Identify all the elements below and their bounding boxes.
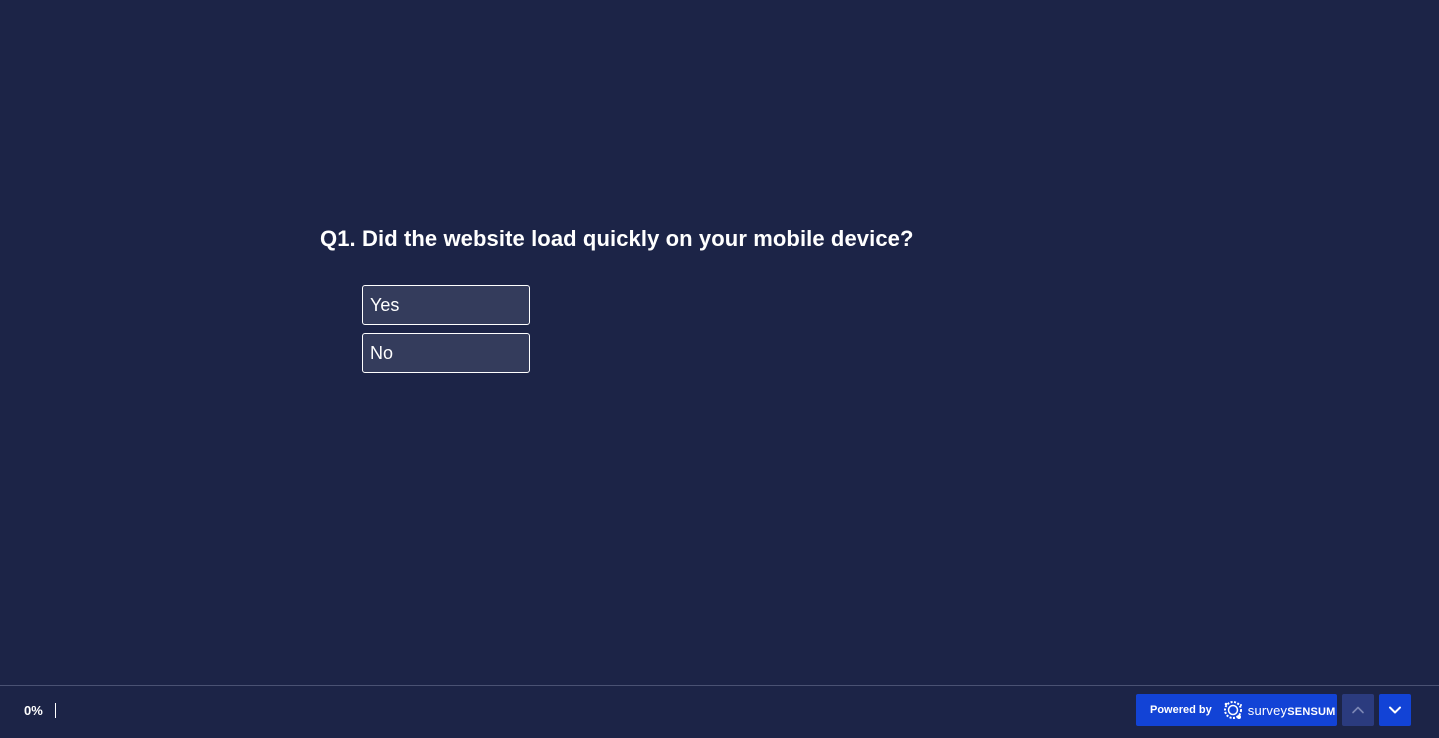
powered-by-badge[interactable]: Powered by survey SENSUM [1136, 694, 1337, 726]
option-label: No [370, 342, 394, 363]
option-no[interactable]: No [362, 333, 530, 373]
next-question-button[interactable] [1379, 694, 1411, 726]
brand-light-text: survey [1247, 702, 1288, 718]
brand-wordmark: survey SENSUM [1248, 703, 1336, 718]
previous-question-button[interactable] [1342, 694, 1374, 726]
question-heading: Q1. Did the website load quickly on your… [320, 226, 914, 252]
question-text: Did the website load quickly on your mob… [362, 226, 914, 251]
chevron-down-icon [1389, 706, 1401, 714]
option-yes[interactable]: Yes [362, 285, 530, 325]
progress-indicator: 0% [24, 703, 56, 718]
progress-text: 0% [24, 703, 43, 718]
powered-by-label: Powered by [1150, 704, 1212, 716]
survey-page: Q1. Did the website load quickly on your… [0, 0, 1439, 738]
chevron-up-icon [1352, 706, 1364, 714]
answer-options: Yes No [362, 285, 530, 373]
surveysensum-logo-icon [1223, 701, 1242, 719]
footer-bar: 0% Powered by survey SENSUM [0, 685, 1439, 738]
brand-bold-text: SENSUM [1287, 705, 1336, 718]
progress-divider [54, 703, 56, 718]
question-number: Q1. [320, 226, 356, 251]
option-label: Yes [370, 294, 400, 315]
